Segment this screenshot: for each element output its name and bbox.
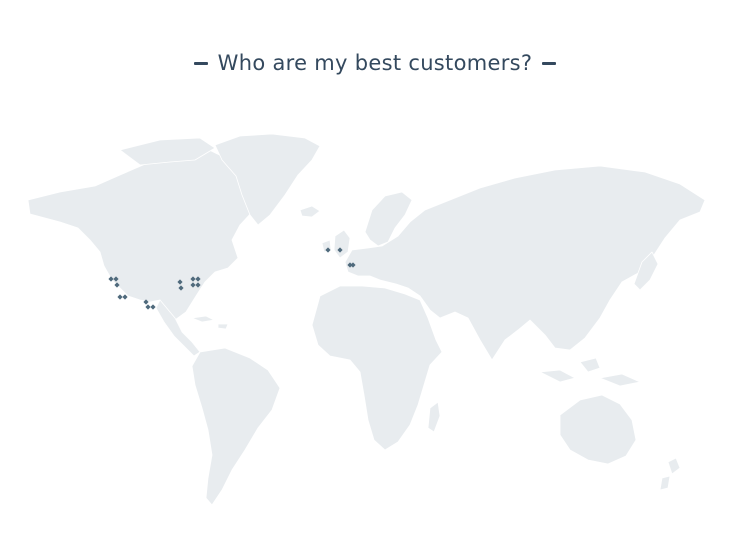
customer-marker[interactable] [117, 294, 123, 300]
madagascar [427, 401, 441, 433]
customer-marker[interactable] [145, 304, 151, 310]
landmasses [27, 133, 706, 506]
indonesia [539, 357, 641, 387]
australia [559, 394, 637, 465]
page: Who are my best customers? [0, 0, 750, 559]
world-map [27, 133, 706, 506]
customer-marker[interactable] [150, 304, 156, 310]
africa [311, 285, 443, 451]
south-america [191, 347, 281, 506]
british-isles [321, 229, 351, 259]
new-zealand [659, 457, 681, 491]
north-america [27, 147, 263, 321]
caribbean [191, 315, 229, 330]
iceland [299, 205, 321, 218]
